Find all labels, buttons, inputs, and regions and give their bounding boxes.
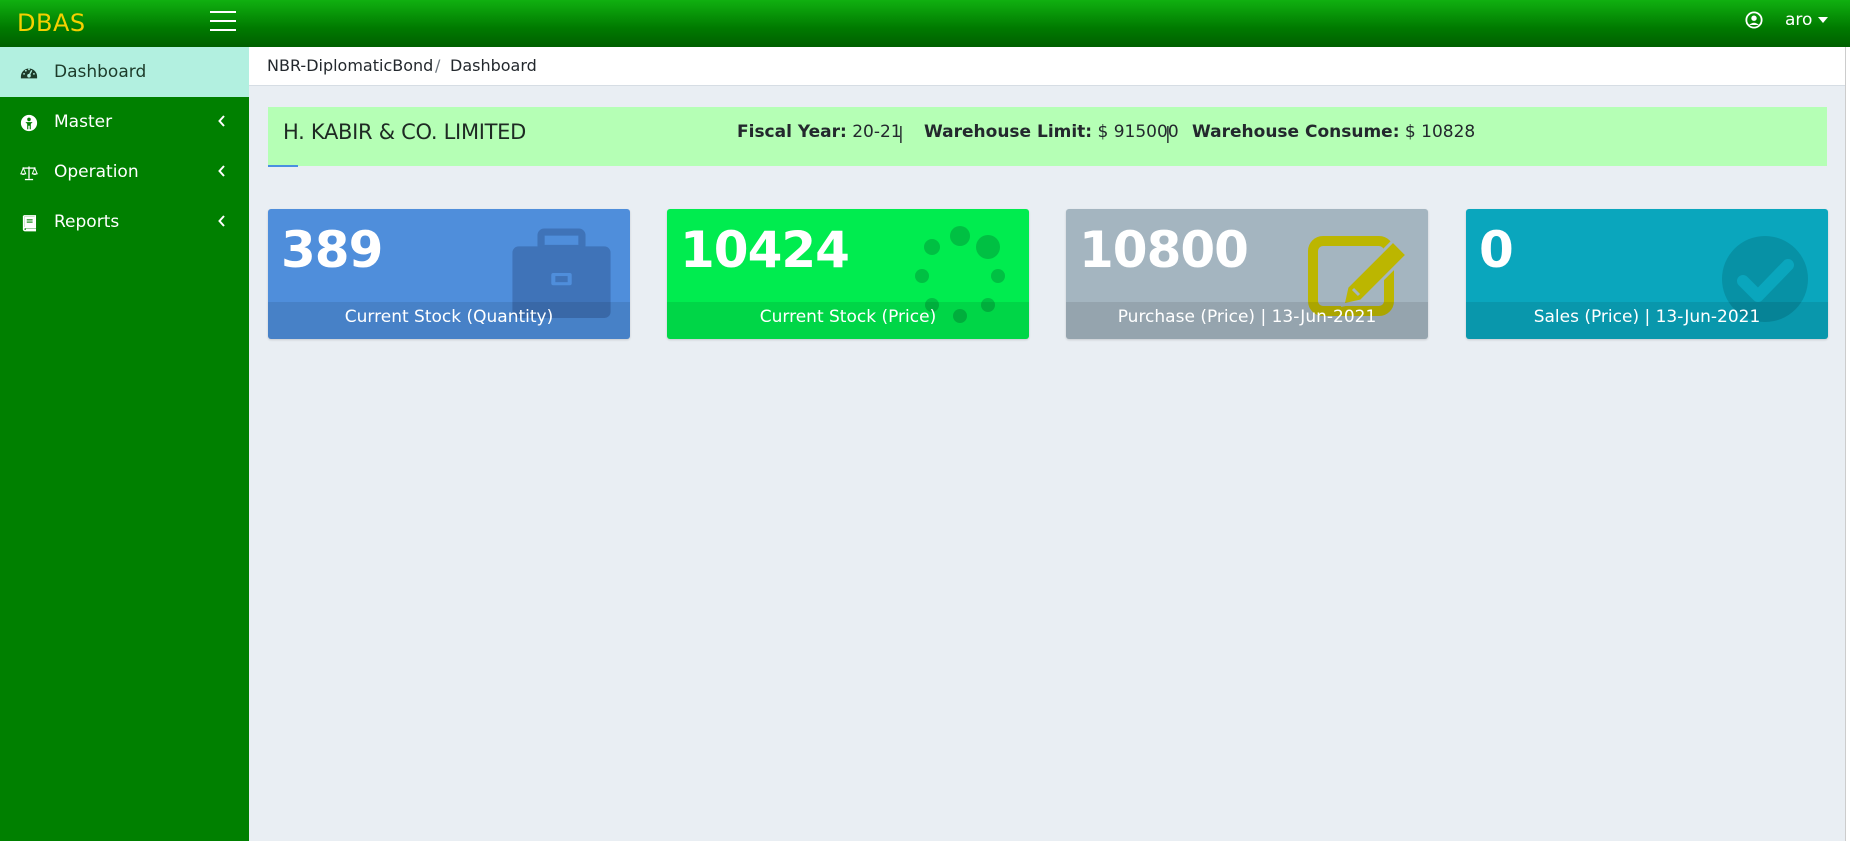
company-name: H. KABIR & CO. LIMITED: [283, 120, 527, 144]
dashboard-icon: [20, 68, 38, 79]
sidebar-item-label: Reports: [54, 212, 120, 232]
breadcrumb-root-link[interactable]: NBR-DiplomaticBond: [267, 56, 433, 75]
stat-value: 0: [1479, 221, 1514, 279]
user-circle-icon: [20, 114, 38, 132]
info-separator: |: [1165, 124, 1171, 144]
sidebar: Dashboard Master Operation Reports: [0, 47, 249, 841]
sidebar-item-master[interactable]: Master: [0, 97, 249, 147]
caret-down-icon: [1818, 17, 1829, 23]
stat-card-current-stock-price[interactable]: 10424 Current Stock (Price): [667, 209, 1029, 339]
brand-logo[interactable]: DBAS: [17, 9, 86, 37]
stat-label: Current Stock (Quantity): [268, 302, 630, 339]
breadcrumb-current: Dashboard: [450, 56, 537, 75]
breadcrumb-separator: /: [435, 56, 441, 75]
warehouse-consume-value: $ 10828: [1404, 122, 1476, 142]
user-icon[interactable]: [1745, 11, 1763, 29]
warehouse-consume-info: Warehouse Consume: $ 10828: [1192, 122, 1475, 142]
fiscal-year-value: 20-21: [852, 122, 902, 142]
stat-value: 389: [281, 221, 383, 279]
info-separator: |: [898, 124, 904, 144]
book-icon: [22, 215, 37, 232]
fiscal-year-label: Fiscal Year:: [737, 122, 847, 142]
warehouse-limit-info: Warehouse Limit: $ 915000: [924, 122, 1179, 142]
company-info-bar: H. KABIR & CO. LIMITED Fiscal Year: 20-2…: [268, 107, 1827, 166]
chevron-left-icon: [218, 215, 225, 227]
menu-toggle-icon[interactable]: [210, 11, 236, 33]
stat-value: 10424: [680, 221, 850, 279]
stat-label: Purchase (Price) | 13-Jun-2021: [1066, 302, 1428, 339]
chevron-left-icon: [218, 115, 225, 127]
stat-value: 10800: [1079, 221, 1249, 279]
warehouse-consume-label: Warehouse Consume:: [1192, 122, 1400, 142]
stat-label: Sales (Price) | 13-Jun-2021: [1466, 302, 1828, 339]
balance-scale-icon: [20, 166, 38, 181]
stat-card-purchase-price[interactable]: 10800 Purchase (Price) | 13-Jun-2021: [1066, 209, 1428, 339]
stat-card-sales-price[interactable]: 0 Sales (Price) | 13-Jun-2021: [1466, 209, 1828, 339]
sidebar-item-dashboard[interactable]: Dashboard: [0, 47, 249, 97]
sidebar-item-reports[interactable]: Reports: [0, 197, 249, 247]
sidebar-item-label: Operation: [54, 162, 139, 182]
stat-card-current-stock-quantity[interactable]: 389 Current Stock (Quantity): [268, 209, 630, 339]
chevron-left-icon: [218, 165, 225, 177]
sidebar-item-label: Dashboard: [54, 62, 147, 82]
top-navbar: DBAS aro: [0, 0, 1850, 47]
warehouse-limit-label: Warehouse Limit:: [924, 122, 1093, 142]
sidebar-item-label: Master: [54, 112, 113, 132]
page-scrollbar[interactable]: [1845, 47, 1850, 841]
stat-label: Current Stock (Price): [667, 302, 1029, 339]
breadcrumb: NBR-DiplomaticBond / Dashboard: [249, 47, 1845, 86]
sidebar-item-operation[interactable]: Operation: [0, 147, 249, 197]
user-name-label: aro: [1785, 10, 1813, 30]
tab-indicator: [268, 165, 298, 167]
user-menu-dropdown[interactable]: aro: [1785, 10, 1829, 30]
fiscal-year-info: Fiscal Year: 20-21: [737, 122, 902, 142]
